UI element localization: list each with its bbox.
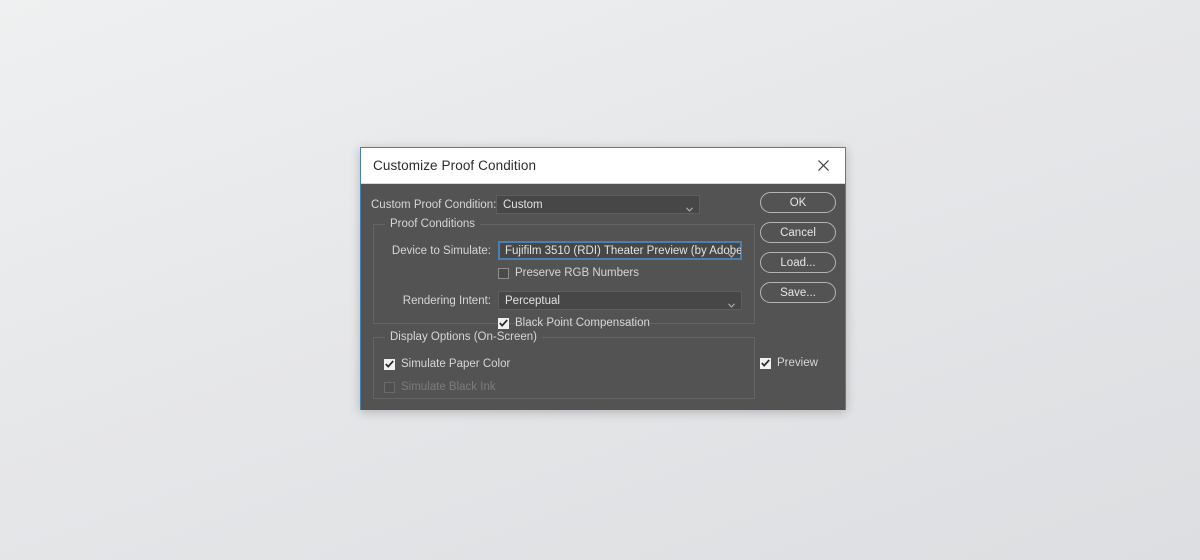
ok-button[interactable]: OK [760,192,836,213]
custom-proof-condition-label: Custom Proof Condition: [371,198,497,211]
device-to-simulate-row: Device to Simulate: Fujifilm 3510 (RDI) … [383,241,742,260]
simulate-paper-color-checkbox-row[interactable]: Simulate Paper Color [384,358,510,370]
display-options-group-label: Display Options (On-Screen) [385,331,542,343]
rendering-intent-label: Rendering Intent: [402,294,491,307]
save-button[interactable]: Save... [760,282,836,303]
cancel-button[interactable]: Cancel [760,222,836,243]
load-button[interactable]: Load... [760,252,836,273]
display-options-group: Display Options (On-Screen) Simulate Pap… [373,331,755,399]
simulate-black-ink-label: Simulate Black Ink [401,381,496,393]
simulate-black-ink-checkbox [384,381,395,393]
preserve-rgb-numbers-checkbox-row[interactable]: Preserve RGB Numbers [498,267,639,279]
simulate-paper-color-checkbox[interactable] [384,358,395,370]
preview-label: Preview [777,357,818,369]
device-to-simulate-label: Device to Simulate: [391,244,491,257]
close-icon[interactable] [801,148,845,183]
dialog-titlebar: Customize Proof Condition [361,148,845,184]
proof-conditions-group-label: Proof Conditions [385,218,481,230]
dialog-button-column: OK Cancel Load... Save... [760,192,836,312]
proof-conditions-group: Proof Conditions Device to Simulate: Fuj… [373,218,755,329]
dialog-title: Customize Proof Condition [373,158,537,173]
custom-proof-condition-value: Custom [503,198,543,211]
customize-proof-condition-dialog: Customize Proof Condition Custom Proof C… [360,147,846,410]
simulate-paper-color-label: Simulate Paper Color [401,358,511,370]
chevron-down-icon [686,203,693,214]
preview-checkbox-row[interactable]: Preview [760,357,836,369]
rendering-intent-row: Rendering Intent: Perceptual [383,291,742,310]
device-to-simulate-value: Fujifilm 3510 (RDI) Theater Preview (by … [505,244,742,257]
chevron-down-icon [728,299,735,310]
black-point-compensation-checkbox-row[interactable]: Black Point Compensation [498,317,650,329]
rendering-intent-select[interactable]: Perceptual [498,291,742,310]
chevron-down-icon [728,249,735,260]
black-point-compensation-checkbox[interactable] [498,317,509,329]
preserve-rgb-numbers-label: Preserve RGB Numbers [515,267,639,279]
device-to-simulate-select[interactable]: Fujifilm 3510 (RDI) Theater Preview (by … [498,241,742,260]
preserve-rgb-numbers-checkbox[interactable] [498,267,509,279]
simulate-black-ink-checkbox-row: Simulate Black Ink [384,381,496,393]
custom-proof-condition-select[interactable]: Custom [496,195,700,214]
custom-proof-condition-row: Custom Proof Condition: Custom [371,195,700,214]
dialog-body: Custom Proof Condition: Custom Proof Con… [361,184,845,410]
preview-checkbox[interactable] [760,357,771,369]
black-point-compensation-label: Black Point Compensation [515,317,650,329]
rendering-intent-value: Perceptual [505,294,560,307]
